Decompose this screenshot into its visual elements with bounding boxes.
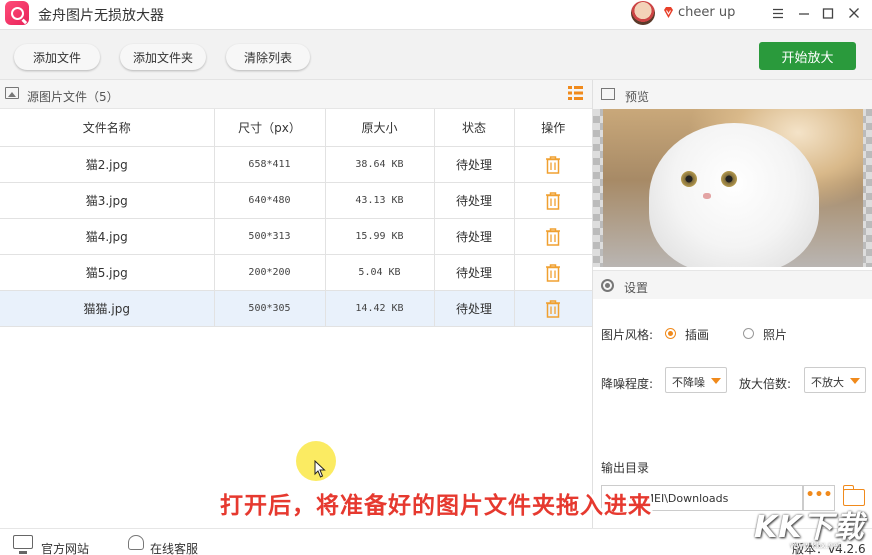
preview-header: 预览 xyxy=(593,80,872,109)
denoise-label: 降噪程度: xyxy=(601,377,654,391)
maximize-icon[interactable] xyxy=(818,3,838,23)
dimensions-cell: 640*480 xyxy=(214,182,326,219)
app-window: 金舟图片无损放大器 cheer up 添加文件 添加文件夹 清除列表 开始放大 … xyxy=(0,0,872,555)
settings-title: 设置 xyxy=(624,281,649,295)
original-size-cell: 14.42 KB xyxy=(325,290,435,327)
status-cell: 待处理 xyxy=(434,146,515,183)
gear-icon xyxy=(601,279,614,292)
status-cell: 待处理 xyxy=(434,182,515,219)
chevron-down-icon xyxy=(711,378,721,384)
user-avatar[interactable] xyxy=(631,1,655,25)
column-header-original-size: 原大小 xyxy=(325,109,435,147)
original-size-cell: 38.64 KB xyxy=(325,146,435,183)
column-header-action: 操作 xyxy=(514,109,592,147)
cat-preview-image xyxy=(603,109,863,267)
dimensions-cell: 500*305 xyxy=(214,290,326,327)
preview-title: 预览 xyxy=(625,90,650,104)
style-label: 图片风格: xyxy=(601,328,654,342)
app-logo-icon xyxy=(5,1,29,25)
file-name-cell: 猫猫.jpg xyxy=(0,290,215,327)
status-cell: 待处理 xyxy=(434,290,515,327)
source-files-header: 源图片文件（5） xyxy=(0,80,592,109)
trash-icon[interactable] xyxy=(545,191,561,210)
table-row[interactable]: 猫2.jpg 658*411 38.64 KB 待处理 xyxy=(0,146,592,183)
toolbar: 添加文件 添加文件夹 清除列表 开始放大 xyxy=(0,29,872,80)
file-name-cell: 猫3.jpg xyxy=(0,182,215,219)
file-name-cell: 猫4.jpg xyxy=(0,218,215,255)
original-size-cell: 15.99 KB xyxy=(325,218,435,255)
menu-icon[interactable] xyxy=(768,3,788,23)
video-subtitle: 打开后，将准备好的图片文件夹拖入进来 xyxy=(220,493,652,519)
source-files-title: 源图片文件（5） xyxy=(27,90,119,104)
action-cell xyxy=(514,182,592,219)
start-enlarge-button[interactable]: 开始放大 xyxy=(759,42,856,70)
scale-select-value: 不放大 xyxy=(811,376,844,389)
add-folder-button[interactable]: 添加文件夹 xyxy=(120,44,206,70)
trash-icon[interactable] xyxy=(545,227,561,246)
add-file-button[interactable]: 添加文件 xyxy=(14,44,100,70)
clear-list-button[interactable]: 清除列表 xyxy=(226,44,310,70)
table-row[interactable]: 猫4.jpg 500*313 15.99 KB 待处理 xyxy=(0,218,592,255)
monitor-icon xyxy=(13,535,33,554)
vip-diamond-icon xyxy=(664,7,673,18)
action-cell xyxy=(514,254,592,291)
list-view-icon[interactable] xyxy=(568,86,583,100)
image-icon xyxy=(5,87,19,99)
action-cell xyxy=(514,218,592,255)
table-header-row: 文件名称 尺寸（px） 原大小 状态 操作 xyxy=(0,109,592,147)
right-panel: 预览 设置 图片风格: 插画 照片 降噪程度: 不降噪 放大倍数: 不放大 输出… xyxy=(593,80,872,528)
file-name-cell: 猫5.jpg xyxy=(0,254,215,291)
original-size-cell: 43.13 KB xyxy=(325,182,435,219)
title-bar: 金舟图片无损放大器 cheer up xyxy=(0,0,872,28)
username[interactable]: cheer up xyxy=(678,5,735,20)
style-photo-label[interactable]: 照片 xyxy=(763,326,787,343)
scale-select[interactable]: 不放大 xyxy=(804,367,866,393)
app-title: 金舟图片无损放大器 xyxy=(38,8,164,24)
online-support-link[interactable]: 在线客服 xyxy=(150,540,198,555)
close-icon[interactable] xyxy=(844,3,864,23)
trash-icon[interactable] xyxy=(545,263,561,282)
table-row[interactable]: 猫3.jpg 640*480 43.13 KB 待处理 xyxy=(0,182,592,219)
denoise-select-value: 不降噪 xyxy=(672,376,705,389)
file-table: 文件名称 尺寸（px） 原大小 状态 操作 猫2.jpg 658*411 38.64… xyxy=(0,109,592,327)
output-dir-label: 输出目录 xyxy=(601,461,650,475)
file-name-cell: 猫2.jpg xyxy=(0,146,215,183)
dimensions-cell: 500*313 xyxy=(214,218,326,255)
table-row[interactable]: 猫猫.jpg 500*305 14.42 KB 待处理 xyxy=(0,290,592,327)
settings-header: 设置 xyxy=(593,270,872,299)
trash-icon[interactable] xyxy=(545,155,561,174)
mouse-cursor-icon xyxy=(314,460,326,478)
column-header-name: 文件名称 xyxy=(0,109,215,147)
column-header-status: 状态 xyxy=(434,109,515,147)
kk-watermark-url: www.kkx.net xyxy=(790,541,842,550)
table-row[interactable]: 猫5.jpg 200*200 5.04 KB 待处理 xyxy=(0,254,592,291)
preview-area xyxy=(593,109,872,267)
minimize-icon[interactable] xyxy=(794,3,814,23)
style-illustration-label[interactable]: 插画 xyxy=(685,326,709,343)
chevron-down-icon xyxy=(850,378,860,384)
customer-service-icon xyxy=(128,535,144,550)
kk-watermark: KK下载 xyxy=(754,510,865,545)
status-cell: 待处理 xyxy=(434,254,515,291)
action-cell xyxy=(514,290,592,327)
official-site-link[interactable]: 官方网站 xyxy=(41,540,89,555)
style-photo-radio[interactable] xyxy=(743,328,754,339)
action-cell xyxy=(514,146,592,183)
status-cell: 待处理 xyxy=(434,218,515,255)
status-bar: 官方网站 在线客服 版本：v4.2.6 xyxy=(0,528,872,555)
denoise-select[interactable]: 不降噪 xyxy=(665,367,727,393)
preview-image-icon xyxy=(601,88,615,100)
trash-icon[interactable] xyxy=(545,299,561,318)
style-illustration-radio[interactable] xyxy=(665,328,676,339)
scale-label: 放大倍数: xyxy=(739,377,792,391)
dimensions-cell: 658*411 xyxy=(214,146,326,183)
source-files-panel: 源图片文件（5） 文件名称 尺寸（px） 原大小 状态 操作 猫2.jpg 65… xyxy=(0,80,592,528)
original-size-cell: 5.04 KB xyxy=(325,254,435,291)
column-header-dimensions: 尺寸（px） xyxy=(214,109,326,147)
dimensions-cell: 200*200 xyxy=(214,254,326,291)
